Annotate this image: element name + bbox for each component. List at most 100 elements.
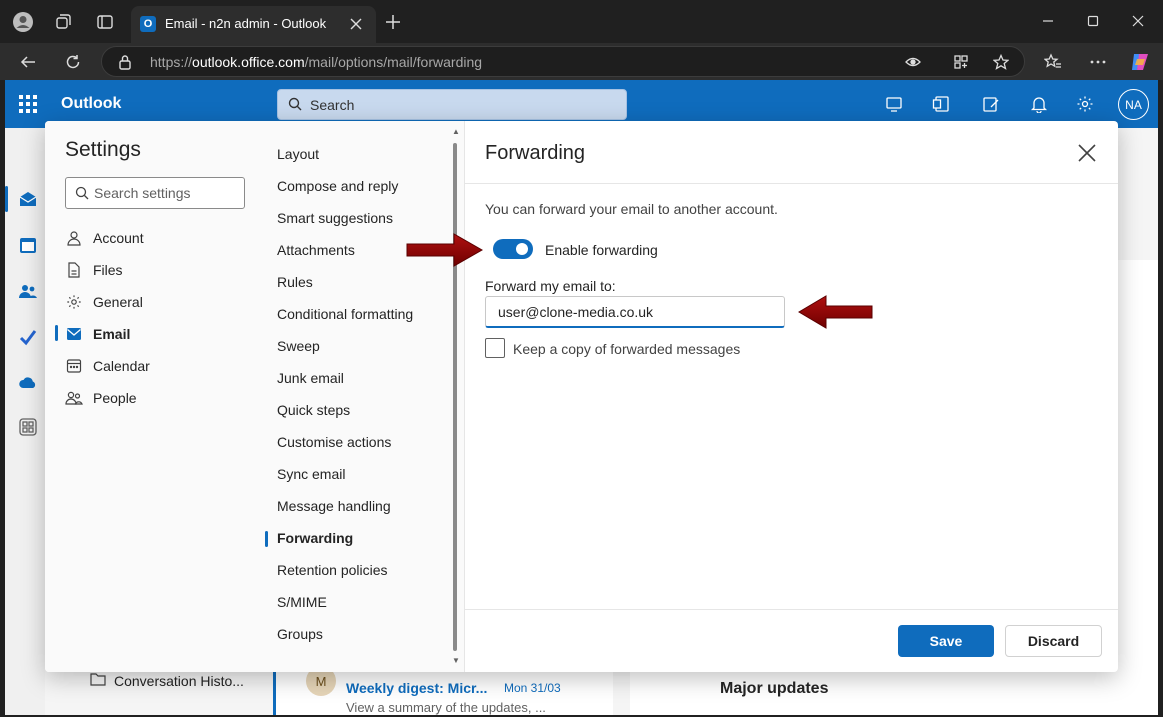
subsection-attachments[interactable]: Attachments — [277, 242, 355, 264]
forwarding-pane: Forwarding You can forward your email to… — [465, 121, 1118, 672]
onenote-icon[interactable] — [930, 93, 952, 115]
browser-address-bar: https://outlook.office.com/mail/options/… — [0, 43, 1163, 80]
onedrive-icon[interactable] — [17, 372, 39, 394]
category-files[interactable]: Files — [65, 258, 123, 282]
favorite-star-icon[interactable] — [991, 52, 1011, 72]
workspaces-icon[interactable] — [51, 10, 75, 34]
subsection-conditional-formatting[interactable]: Conditional formatting — [277, 306, 413, 328]
divider — [465, 609, 1118, 610]
header-search-label: Search — [310, 97, 355, 113]
url-bar[interactable]: https://outlook.office.com/mail/options/… — [101, 46, 1025, 77]
category-label: Email — [93, 326, 131, 342]
maximize-icon[interactable] — [1080, 8, 1106, 34]
url-host: outlook.office.com — [192, 54, 305, 70]
person-icon — [65, 229, 83, 247]
gear-icon — [65, 293, 83, 311]
scroll-down-icon[interactable]: ▼ — [452, 656, 460, 665]
app-available-icon[interactable] — [951, 52, 971, 72]
forwarding-description: You can forward your email to another ac… — [485, 201, 778, 217]
gear-icon[interactable] — [1074, 93, 1096, 115]
subsection-customise-actions[interactable]: Customise actions — [277, 434, 391, 456]
message-preview: View a summary of the updates, ... — [346, 700, 546, 715]
category-label: Calendar — [93, 358, 150, 374]
tab-actions-icon[interactable] — [93, 10, 117, 34]
subsection-junk-email[interactable]: Junk email — [277, 370, 344, 392]
meet-now-icon[interactable] — [883, 93, 905, 115]
enable-forwarding-toggle[interactable] — [493, 239, 533, 259]
file-icon — [65, 261, 83, 279]
enable-forwarding-label: Enable forwarding — [545, 242, 658, 258]
calendar-icon[interactable] — [17, 234, 39, 256]
message-subject[interactable]: Weekly digest: Micr... — [346, 680, 487, 696]
message-date: Mon 31/03 — [504, 681, 561, 695]
category-label: Files — [93, 262, 123, 278]
mail-icon[interactable] — [17, 188, 39, 210]
subsection-smart-suggestions[interactable]: Smart suggestions — [277, 210, 393, 232]
folder-icon — [90, 672, 106, 689]
rail-selection-indicator — [5, 186, 8, 212]
settings-dialog: Settings Account Files General Email Cal… — [45, 121, 1118, 672]
search-icon — [75, 186, 89, 203]
back-icon[interactable] — [15, 49, 41, 75]
discard-button[interactable]: Discard — [1005, 625, 1102, 657]
more-apps-icon[interactable] — [17, 416, 39, 438]
subsection-selection-indicator — [265, 531, 268, 547]
save-button[interactable]: Save — [898, 625, 994, 657]
subsection-sync-email[interactable]: Sync email — [277, 466, 345, 488]
minimize-icon[interactable] — [1035, 8, 1061, 34]
url-scheme: https:// — [150, 54, 193, 70]
bell-icon[interactable] — [1028, 93, 1050, 115]
lock-icon[interactable] — [118, 54, 134, 70]
category-label: People — [93, 390, 137, 406]
subsection-quick-steps[interactable]: Quick steps — [277, 402, 350, 424]
profile-icon[interactable] — [11, 10, 35, 34]
subsection-sweep[interactable]: Sweep — [277, 338, 320, 360]
subsection-forwarding[interactable]: Forwarding — [277, 530, 353, 552]
subsection-message-handling[interactable]: Message handling — [277, 498, 391, 520]
subsections-scrollbar[interactable] — [453, 143, 457, 651]
settings-search-box[interactable] — [65, 177, 245, 209]
tracking-prevention-icon[interactable] — [903, 52, 923, 72]
browser-tab-outlook[interactable]: O Email - n2n admin - Outlook — [131, 6, 376, 43]
settings-search-input[interactable] — [94, 183, 240, 203]
category-email[interactable]: Email — [65, 322, 130, 346]
avatar[interactable]: NA — [1118, 89, 1149, 120]
subsection-smime[interactable]: S/MIME — [277, 594, 327, 616]
favorites-icon[interactable] — [1040, 49, 1066, 75]
forward-to-input[interactable] — [485, 296, 785, 328]
category-account[interactable]: Account — [65, 226, 144, 250]
header-search-box[interactable]: Search — [277, 89, 627, 120]
app-launcher-icon[interactable] — [19, 95, 37, 113]
subsection-layout[interactable]: Layout — [277, 146, 319, 168]
subsection-compose-and-reply[interactable]: Compose and reply — [277, 178, 398, 200]
subsection-groups[interactable]: Groups — [277, 626, 323, 648]
browser-tab-bar: O Email - n2n admin - Outlook — [0, 0, 1163, 43]
tab-close-icon[interactable] — [346, 14, 366, 34]
close-window-icon[interactable] — [1125, 8, 1151, 34]
category-people[interactable]: People — [65, 386, 137, 410]
outlook-favicon-icon: O — [140, 16, 156, 32]
people-icon — [65, 389, 83, 407]
scroll-up-icon[interactable]: ▲ — [452, 127, 460, 136]
url-text: https://outlook.office.com/mail/options/… — [150, 54, 482, 70]
close-icon[interactable] — [1075, 141, 1099, 165]
refresh-icon[interactable] — [60, 49, 86, 75]
category-calendar[interactable]: Calendar — [65, 354, 150, 378]
new-tab-icon[interactable] — [381, 10, 405, 34]
subsection-retention-policies[interactable]: Retention policies — [277, 562, 388, 584]
category-general[interactable]: General — [65, 290, 143, 314]
todo-icon[interactable] — [17, 326, 39, 348]
email-subsections: Layout Compose and reply Smart suggestio… — [265, 121, 465, 672]
people-icon[interactable] — [17, 280, 39, 302]
my-day-icon[interactable] — [980, 93, 1002, 115]
app-name[interactable]: Outlook — [61, 95, 121, 113]
mail-icon — [65, 325, 83, 343]
folder-item-conversation-history[interactable]: Conversation Histo... — [90, 672, 244, 689]
subsection-rules[interactable]: Rules — [277, 274, 313, 296]
folder-label: Conversation Histo... — [114, 672, 244, 689]
keep-copy-label: Keep a copy of forwarded messages — [513, 341, 741, 357]
category-selection-indicator — [55, 325, 58, 341]
more-icon[interactable] — [1085, 49, 1111, 75]
keep-copy-checkbox[interactable] — [485, 338, 505, 358]
copilot-icon[interactable] — [1127, 49, 1153, 75]
